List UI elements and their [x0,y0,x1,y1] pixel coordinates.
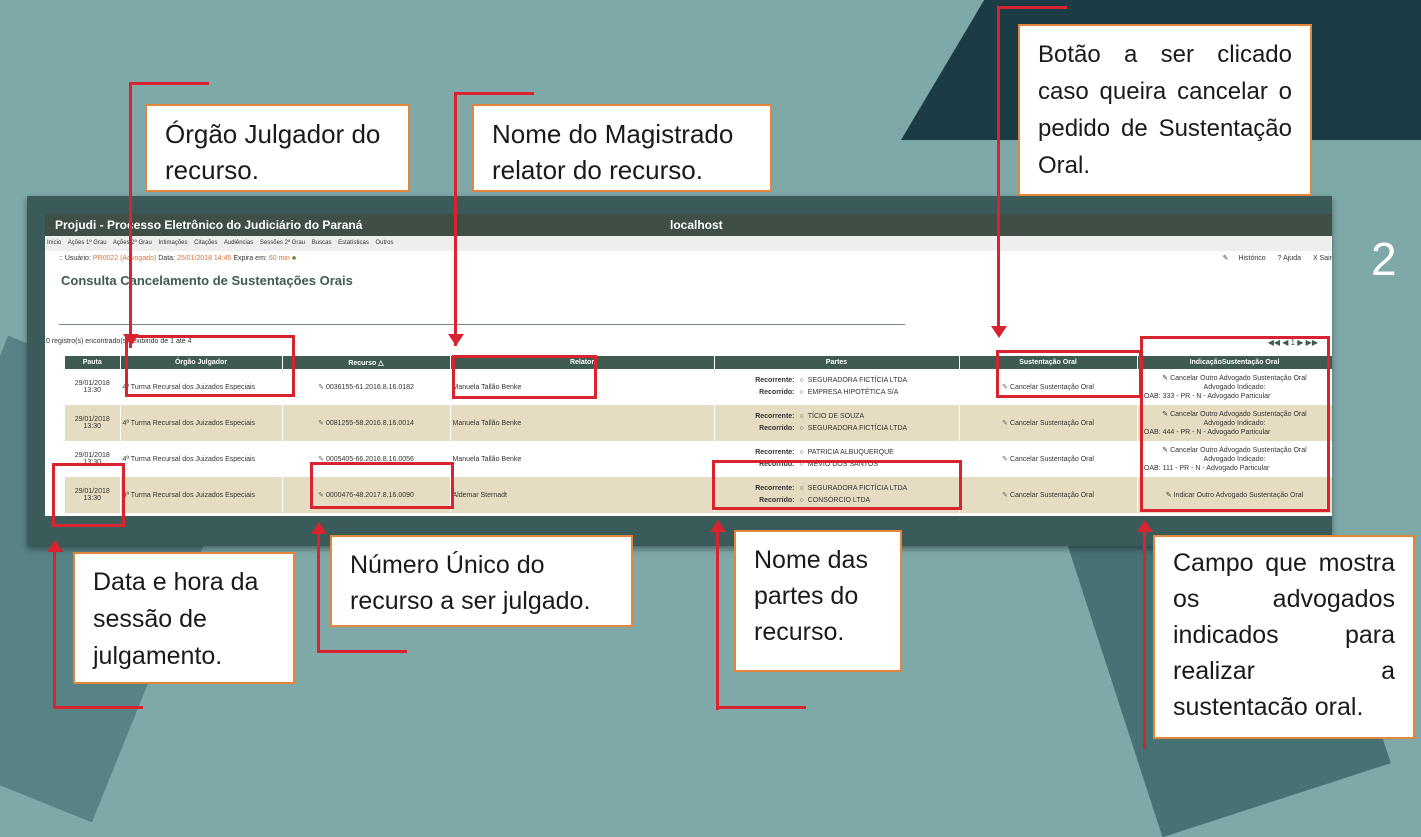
arrow-up-icon [1137,520,1153,532]
relator-cell: Manuela Tallão Benke [450,441,715,477]
col-pauta[interactable]: Pauta [65,356,121,369]
menu-item[interactable]: Ações 1º Grau [68,240,107,246]
menu-item[interactable]: Estatísticas [338,240,369,246]
user-label: :: Usuário: [59,255,91,262]
arrow-up-icon [47,540,63,552]
user-value: PR0022 (Advogado) [92,255,157,262]
cancelar-sustentacao-button[interactable]: ✎ Cancelar Sustentação Oral [959,477,1138,513]
historico-link[interactable]: ✎ Histórico [1213,255,1266,262]
edit-icon: ✎ [1002,492,1008,499]
pauta-cell: 29/01/2018 13:30 [65,405,121,441]
callout-campo: Campo que mostra os advogados indicados … [1153,535,1415,739]
date-label: Data: [158,255,175,262]
highlight-box [1140,336,1330,512]
callout-numero: Número Único do recurso a ser julgado. [330,535,633,627]
menu-item[interactable]: Buscas [312,240,332,246]
connector-line [716,530,719,710]
connector-line [1143,530,1146,749]
host-label: localhost [670,218,723,232]
cancelar-sustentacao-button[interactable]: ✎ Cancelar Sustentação Oral [959,405,1138,441]
menu-item[interactable]: Ações 2º Grau [113,240,152,246]
highlight-box [712,460,962,510]
menu-item[interactable]: Outros [376,240,394,246]
callout-orgao: Órgão Julgador do recurso. [145,104,410,192]
connector-line [129,82,132,348]
highlight-box [452,355,597,399]
col-recurso[interactable]: Recurso △ [282,356,451,369]
callout-data: Data e hora da sessão de julgamento. [73,552,295,684]
app-title: Projudi - Processo Eletrônico do Judiciá… [55,218,363,232]
col-partes[interactable]: Partes [714,356,960,369]
menu-item[interactable]: Audiências [224,240,253,246]
expires-value: 60 min [268,255,290,262]
slide-number: 2 [1371,233,1397,285]
highlight-box [125,335,295,397]
main-menu: Início Ações 1º Grau Ações 2º Grau Intim… [45,236,1332,251]
connector-line [53,548,56,708]
partes-cell: Recorrente: ○ SEGURADORA FICTÍCIA LTDA Rec… [714,369,960,405]
arrow-down-icon [123,334,139,346]
connector-line [454,92,534,95]
connector-line [997,6,1067,9]
menu-item[interactable]: Início [47,240,61,246]
connector-line [997,6,1000,332]
app-header: Projudi - Processo Eletrônico do Judiciá… [45,214,1332,236]
highlight-box [52,463,125,527]
connector-line [129,82,209,85]
ajuda-link[interactable]: ? Ajuda [1278,255,1301,262]
menu-item[interactable]: Sessões 2º Grau [260,240,305,246]
recurso-link[interactable]: ✎ 0081255-58.2016.8.16.0014 [282,405,451,441]
connector-line [454,92,457,346]
user-info-bar: :: Usuário: PR0022 (Advogado) Data: 25/0… [45,251,1332,267]
arrow-down-icon [448,334,464,346]
edit-icon: ✎ [1002,456,1008,463]
orgao-cell: 4ª Turma Recursal dos Juizados Especiais [120,477,283,513]
sort-icon: △ [378,359,384,367]
callout-partes: Nome das partes do recurso. [734,530,902,672]
date-value: 25/01/2018 14:45 [176,255,232,262]
menu-item[interactable]: Intimações [158,240,187,246]
arrow-down-icon [991,326,1007,338]
title-divider [59,324,905,325]
highlight-box [996,350,1142,398]
top-links: ✎ Histórico ? Ajuda X Sair [1203,251,1332,267]
cancelar-sustentacao-button[interactable]: ✎ Cancelar Sustentação Oral [959,441,1138,477]
session-icon: ♣ [291,255,297,262]
page-title: Consulta Cancelamento de Sustentações Or… [61,273,353,288]
highlight-box [310,462,454,509]
expires-label: Expira em: [233,255,267,262]
relator-cell: Aldemar Sternadt [450,477,715,513]
recurso-link[interactable]: ✎ 0036155-61.2016.8.16.0182 [282,369,451,405]
pauta-cell: 29/01/2018 13:30 [65,369,121,405]
connector-line [716,706,806,709]
menu-item[interactable]: Citações [194,240,217,246]
connector-line [317,650,407,653]
relator-cell: Manuela Tallão Benke [450,405,715,441]
arrow-up-icon [710,520,726,532]
callout-botao: Botão a ser clicado caso queira cancelar… [1018,24,1312,196]
connector-line [317,532,320,652]
partes-cell: Recorrente: ○ TÍCIO DE SOUZA Recorrido: ○ SE… [714,405,960,441]
callout-relator: Nome do Magistrado relator do recurso. [472,104,772,192]
edit-icon: ✎ [318,384,324,391]
edit-icon: ✎ [1222,255,1229,262]
orgao-cell: 4ª Turma Recursal dos Juizados Especiais [120,441,283,477]
arrow-up-icon [311,522,327,534]
sair-link[interactable]: X Sair [1313,255,1332,262]
orgao-cell: 4ª Turma Recursal dos Juizados Especiais [120,405,283,441]
edit-icon: ✎ [1002,420,1008,427]
connector-line [53,706,143,709]
edit-icon: ✎ [318,420,324,427]
